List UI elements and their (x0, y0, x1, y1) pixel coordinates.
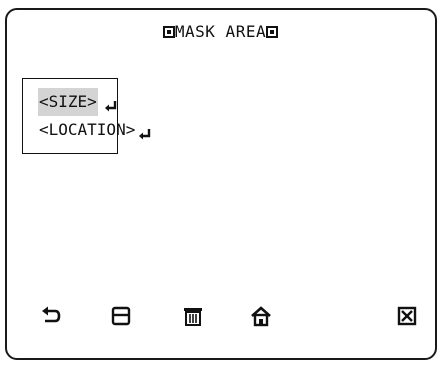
enter-arrow-icon (104, 95, 118, 112)
return-arrow-icon[interactable] (40, 305, 62, 327)
page-title-text: MASK AREA (174, 22, 267, 41)
menu-item-label: <LOCATION> (39, 120, 136, 139)
trash-icon[interactable] (182, 305, 204, 327)
menu-item-location[interactable]: <LOCATION> (38, 116, 152, 144)
page-title: MASK AREA (0, 22, 441, 41)
enter-arrow-icon (138, 123, 152, 140)
close-box-icon[interactable] (396, 305, 418, 327)
save-icon[interactable] (110, 305, 132, 327)
square-marker-icon (266, 26, 279, 38)
menu-item-size[interactable]: <SIZE> (38, 88, 152, 116)
home-icon[interactable] (250, 305, 272, 327)
menu-item-label: <SIZE> (38, 88, 98, 116)
bottom-toolbar (0, 305, 441, 337)
menu-list: <SIZE> <LOCATION> (38, 88, 152, 144)
square-marker-icon (162, 26, 175, 38)
